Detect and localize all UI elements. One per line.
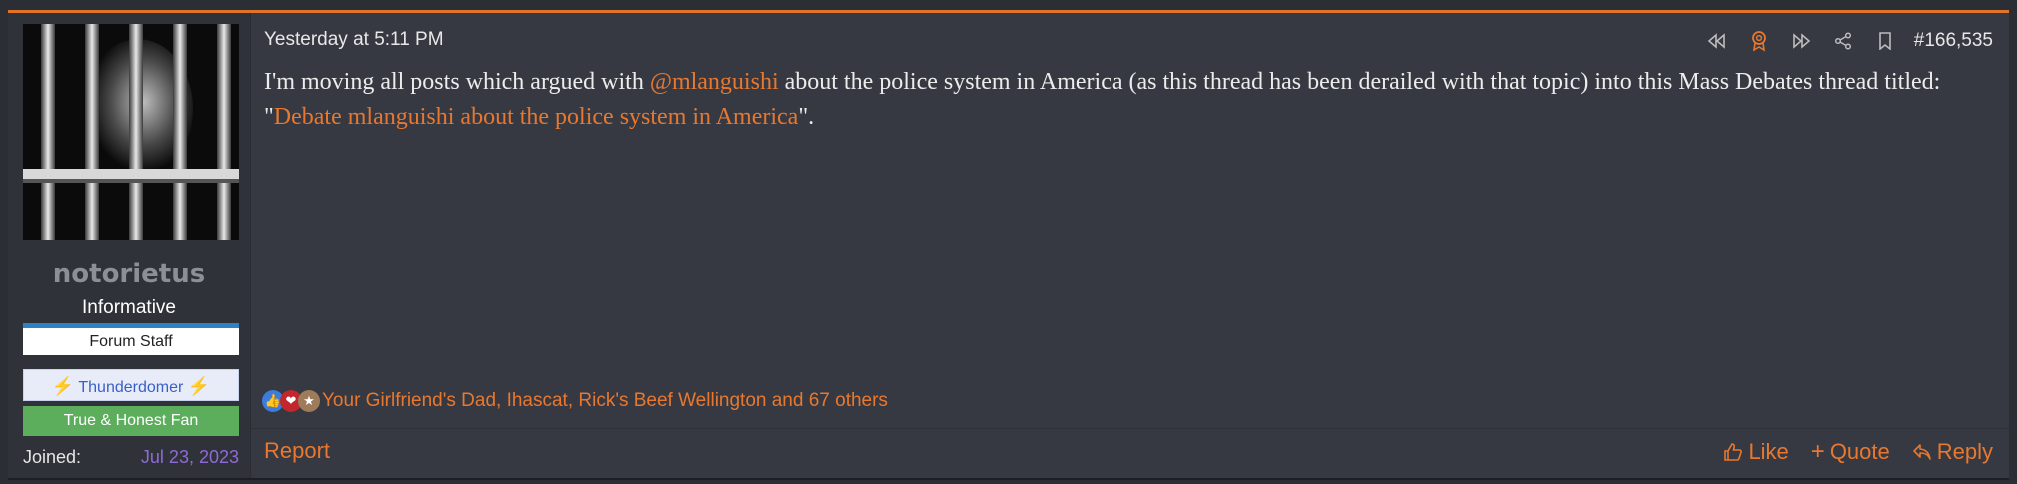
thread-link[interactable]: Debate mlanguishi about the police syste…: [274, 104, 799, 130]
plus-icon: +: [1810, 438, 1825, 465]
banner-thunderdomer-label: Thunderdomer: [78, 379, 184, 396]
share-icon[interactable]: [1822, 27, 1864, 55]
user-mention-link[interactable]: @mlanguishi: [650, 69, 779, 95]
like-icon: [1724, 443, 1743, 461]
post-actions: Like + Quote Reply: [1723, 438, 1993, 466]
post-number[interactable]: #166,535: [1914, 30, 1993, 52]
banner-thunderdomer: ⚡ Thunderdomer ⚡: [23, 369, 239, 401]
like-button[interactable]: Like: [1723, 438, 1789, 466]
reactions-bar[interactable]: 👍 ❤ ★ Your Girlfriend's Dad, Ihascat, Ri…: [262, 390, 888, 412]
post-tools: #166,535: [1696, 27, 1993, 55]
divider: [251, 428, 2009, 429]
forum-post: notorietus Informative Forum Staff ⚡ Thu…: [8, 10, 2009, 480]
message-text: I'm moving all posts which argued with: [264, 69, 650, 95]
post-message: I'm moving all posts which argued with @…: [264, 65, 1989, 135]
post-timestamp[interactable]: Yesterday at 5:11 PM: [264, 29, 444, 51]
banner-forum-staff: Forum Staff: [23, 323, 239, 355]
lightning-icon: ⚡: [51, 376, 75, 396]
username[interactable]: notorietus: [8, 259, 250, 289]
award-icon[interactable]: [1738, 27, 1780, 55]
fast-forward-icon[interactable]: [1780, 27, 1822, 55]
joined-label: Joined:: [23, 447, 82, 467]
like-label: Like: [1748, 439, 1789, 464]
lightning-icon: ⚡: [187, 376, 211, 396]
user-title: Informative: [82, 297, 176, 318]
avatar[interactable]: [23, 24, 239, 240]
quote-button[interactable]: + Quote: [1811, 438, 1890, 466]
reply-icon: [1912, 444, 1931, 460]
joined-date: Jul 23, 2023: [140, 447, 239, 467]
rewind-icon[interactable]: [1696, 27, 1738, 55]
reactions-list[interactable]: Your Girlfriend's Dad, Ihascat, Rick's B…: [322, 390, 888, 412]
medal-icon: ★: [298, 390, 320, 412]
report-button[interactable]: Report: [264, 438, 330, 464]
reply-button[interactable]: Reply: [1912, 438, 1993, 466]
banner-true-honest-fan: True & Honest Fan: [23, 406, 239, 436]
bookmark-icon[interactable]: [1864, 27, 1906, 55]
quote-label: Quote: [1829, 439, 1890, 464]
message-text: ".: [798, 104, 815, 130]
reaction-icons: 👍 ❤ ★: [262, 390, 320, 412]
user-sidebar: notorietus Informative Forum Staff ⚡ Thu…: [8, 13, 251, 478]
post-main: Yesterday at 5:11 PM #166,535 I'm moving…: [251, 13, 2009, 478]
reply-label: Reply: [1936, 439, 1993, 464]
